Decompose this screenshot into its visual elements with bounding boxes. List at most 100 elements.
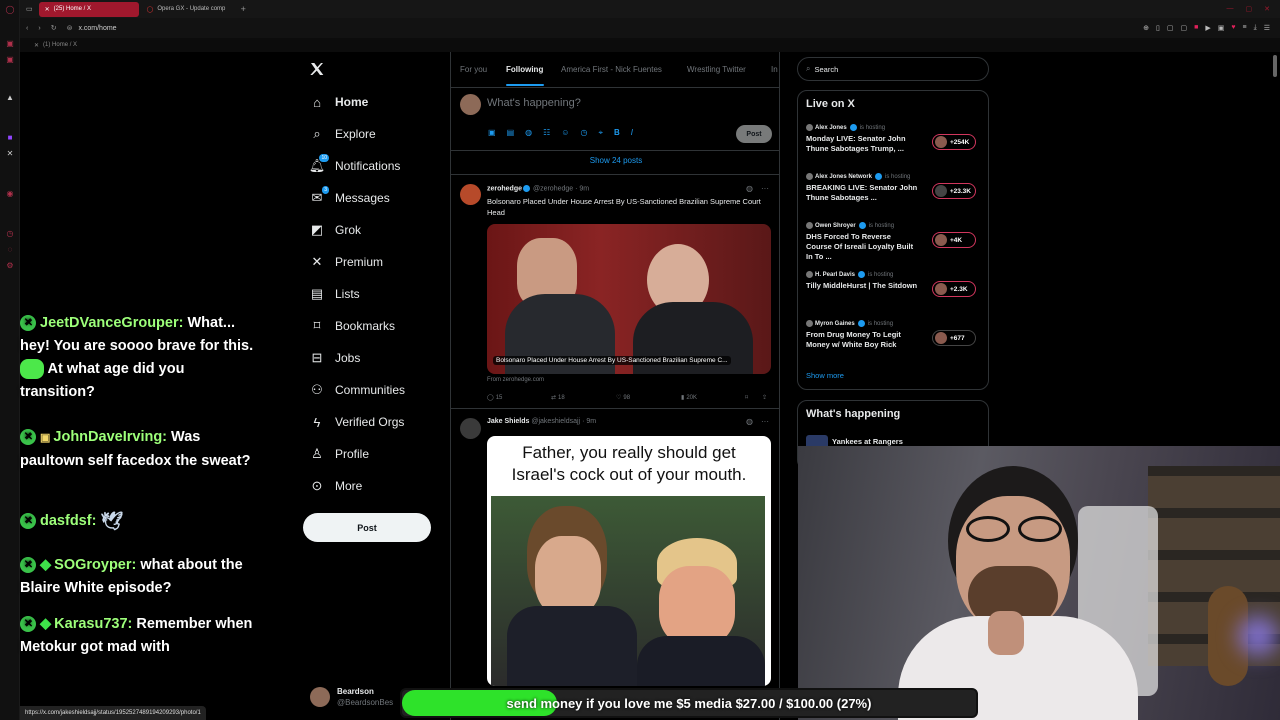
nav-profile[interactable]: ♙ Profile [309, 444, 369, 464]
show-posts-link[interactable]: Show 24 posts [451, 156, 779, 165]
nav-lists[interactable]: ▤ Lists [309, 284, 360, 304]
nav-explore[interactable]: ⌕ Explore [309, 124, 375, 144]
show-more-link[interactable]: Show more [806, 371, 844, 380]
listener-count[interactable]: +2.3K [932, 281, 976, 297]
listener-count[interactable]: +23.3K [931, 183, 976, 199]
search-input[interactable]: Search [814, 65, 838, 74]
share-button[interactable]: ⇪ [762, 394, 767, 401]
listener-count[interactable]: +4K [932, 232, 976, 248]
opera-logo-icon[interactable]: ◯ [0, 2, 20, 16]
grok-icon[interactable]: ◍ [525, 128, 532, 138]
nav-premium[interactable]: ✕ Premium [309, 252, 383, 272]
live-item[interactable]: H. Pearl Davis is hosting Tilly MiddleHur… [806, 271, 982, 297]
toolbar-icon[interactable]: ▢ [1180, 24, 1187, 32]
avatar[interactable] [460, 184, 481, 205]
link-card-image[interactable]: Bolsonaro Placed Under House Arrest By U… [487, 224, 771, 374]
listener-count[interactable]: +677 [932, 330, 976, 346]
compose-input[interactable]: What's happening? [487, 97, 581, 109]
tab-wrestling-twitter[interactable]: Wrestling Twitter [687, 65, 746, 74]
new-tab-button[interactable]: + [241, 4, 246, 14]
back-icon[interactable]: ‹ [26, 25, 28, 32]
maximize-icon[interactable]: ▢ [1246, 5, 1253, 13]
tab-america-first[interactable]: America First - Nick Fuentes [561, 65, 662, 74]
bookmark-button[interactable]: ⌑ [745, 394, 748, 401]
post-time[interactable]: · 9m [582, 418, 596, 425]
card-source[interactable]: From zerohedge.com [487, 377, 544, 383]
author-name[interactable]: Jake Shields [487, 418, 529, 425]
aria-icon[interactable]: ▲ [0, 90, 20, 104]
live-item[interactable]: Owen Shroyer is hosting DHS Forced To Rev… [806, 222, 982, 262]
media-icon[interactable]: ▣ [488, 128, 496, 138]
views-button[interactable]: ▮ 20K [681, 394, 697, 402]
nav-verified-orgs[interactable]: ϟ Verified Orgs [309, 412, 405, 432]
reply-button[interactable]: ◯ 15 [487, 394, 502, 402]
nav-grok[interactable]: ◩ Grok [309, 220, 361, 240]
download-icon[interactable]: ⤓ [1254, 24, 1257, 32]
live-item[interactable]: Alex Jones Network is hosting BREAKING LI… [806, 173, 982, 203]
live-item[interactable]: Myron Gaines is hosting From Drug Money T… [806, 320, 982, 350]
play-icon[interactable]: ▶ [1205, 24, 1210, 32]
schedule-icon[interactable]: ◷ [580, 128, 587, 138]
record-icon[interactable]: ■ [1194, 24, 1198, 32]
nav-bookmarks[interactable]: ⌑ Bookmarks [309, 316, 395, 336]
gif-icon[interactable]: ▤ [507, 128, 515, 138]
listener-count[interactable]: +254K [932, 134, 976, 150]
location-icon[interactable]: ⌖ [598, 128, 603, 138]
site-info-icon[interactable]: ⊜ [67, 24, 73, 32]
sidebar-dot-icon[interactable]: ▣ [0, 36, 20, 50]
compose-post-button[interactable]: Post [736, 125, 772, 143]
tab-more[interactable]: In [771, 65, 778, 74]
like-button[interactable]: ♡ 98 [616, 394, 630, 402]
author-handle[interactable]: @jakeshieldsajj [531, 418, 580, 425]
grok-icon[interactable]: ◍ [746, 417, 753, 426]
settings-icon[interactable]: ⚙ [0, 258, 20, 272]
history-icon[interactable]: ◷ [0, 226, 20, 240]
grok-icon[interactable]: ◍ [746, 184, 753, 193]
twitch-icon[interactable]: ■ [0, 130, 20, 144]
avatar[interactable] [460, 418, 481, 439]
more-icon[interactable]: ··· [761, 417, 769, 426]
sidebar-dot-icon[interactable]: ◌ [0, 242, 20, 256]
tab-opera-update[interactable]: ◯ Opera GX - Update comp [141, 2, 237, 17]
x-logo-icon[interactable]: ✕ [0, 146, 20, 160]
menu-icon[interactable]: ≡ [1243, 24, 1247, 32]
minimize-icon[interactable]: — [1227, 5, 1234, 13]
nav-notifications[interactable]: 🔔︎ 10 Notifications [309, 154, 400, 176]
zoom-icon[interactable]: ⊕ [1143, 24, 1149, 32]
search-box[interactable]: ⌕ Search [797, 57, 989, 81]
sidebar-dot-icon[interactable]: ◉ [0, 186, 20, 200]
nav-messages[interactable]: ✉ 3 Messages [309, 186, 390, 208]
more-icon[interactable]: ··· [761, 184, 769, 193]
toolbar-icon[interactable]: ▣ [1218, 24, 1225, 32]
scrollbar[interactable] [1273, 55, 1277, 77]
tab-following[interactable]: Following [506, 65, 543, 74]
trend-item[interactable]: Yankees at Rangers [832, 437, 903, 446]
nav-more[interactable]: ⊙ More [309, 476, 363, 496]
repost-button[interactable]: ⇄ 18 [551, 394, 565, 402]
nav-communities[interactable]: ⚇ Communities [309, 380, 405, 400]
nav-home[interactable]: ⌂ Home [309, 92, 368, 112]
forward-icon[interactable]: › [38, 25, 40, 32]
url-field[interactable]: x.com/home [78, 25, 116, 32]
reload-icon[interactable]: ↻ [51, 24, 57, 32]
x-logo-icon[interactable] [309, 61, 325, 77]
nav-jobs[interactable]: ⊟ Jobs [309, 348, 361, 368]
heart-icon[interactable]: ♥ [1231, 24, 1235, 32]
menu-lines-icon[interactable]: ☰ [1264, 24, 1270, 32]
tab-menu-icon[interactable]: ▭ [26, 5, 33, 13]
author-handle[interactable]: @zerohedge [533, 185, 573, 192]
author-name[interactable]: zerohedge [487, 185, 522, 192]
sidebar-dot-icon[interactable]: ▣ [0, 52, 20, 66]
post-button[interactable]: Post [303, 513, 431, 542]
tab-for-you[interactable]: For you [460, 65, 487, 74]
close-icon[interactable]: ✕ [1264, 5, 1270, 13]
italic-icon[interactable]: I [631, 128, 633, 138]
bookmark-x-home[interactable]: (1) Home / X [43, 42, 77, 48]
toolbar-icon[interactable]: ▯ [1156, 24, 1160, 32]
post-time[interactable]: · 9m [575, 185, 589, 192]
bold-icon[interactable]: B [614, 128, 620, 138]
live-item[interactable]: Alex Jones is hosting Monday LIVE: Senato… [806, 124, 982, 154]
poll-icon[interactable]: ☷ [543, 128, 550, 138]
emoji-icon[interactable]: ☺ [561, 128, 569, 138]
post-image[interactable]: Father, you really should get Israel's c… [487, 436, 771, 686]
